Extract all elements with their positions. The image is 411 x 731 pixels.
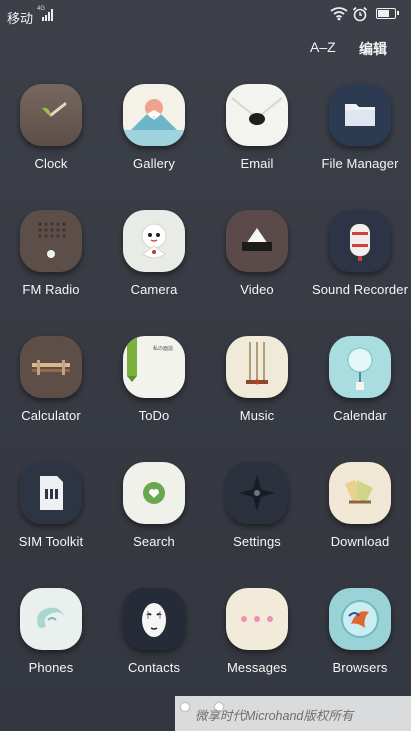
calendar-icon xyxy=(329,336,391,398)
app-label: Clock xyxy=(34,156,68,171)
calculator-icon xyxy=(20,336,82,398)
app-label: Sound Recorder xyxy=(311,282,409,297)
alarm-icon xyxy=(352,6,368,22)
app-label: FM Radio xyxy=(22,282,80,297)
signal-icon: 4G xyxy=(37,6,53,21)
recorder-icon xyxy=(329,210,391,272)
phone-icon xyxy=(20,588,82,650)
app-label: Video xyxy=(240,282,274,297)
watermark: 微享时代Microhand版权所有 xyxy=(175,696,411,731)
app-todo[interactable]: 私の面談 ToDo xyxy=(103,336,205,446)
app-search[interactable]: Search xyxy=(103,462,205,572)
app-label: Camera xyxy=(130,282,178,297)
edit-button[interactable]: 编辑 xyxy=(359,39,387,59)
app-email[interactable]: Email xyxy=(206,84,308,194)
app-browsers[interactable]: Browsers xyxy=(309,588,411,698)
browser-icon xyxy=(329,588,391,650)
app-fm-radio[interactable]: FM Radio xyxy=(0,210,102,320)
app-file-manager[interactable]: File Manager xyxy=(309,84,411,194)
sort-az-button[interactable]: A–Z xyxy=(310,39,336,55)
app-label: Search xyxy=(133,534,175,549)
download-icon xyxy=(329,462,391,524)
page-indicator-dot xyxy=(181,703,189,711)
todo-icon-text: 私の面談 xyxy=(153,345,173,352)
status-bar: 移动 4G xyxy=(0,0,411,32)
clock-icon xyxy=(20,84,82,146)
app-clock[interactable]: Clock xyxy=(0,84,102,194)
todo-icon: 私の面談 xyxy=(123,336,185,398)
app-label: SIM Toolkit xyxy=(18,534,84,549)
app-label: Browsers xyxy=(332,660,388,675)
app-label: Phones xyxy=(28,660,74,675)
app-label: Music xyxy=(239,408,275,423)
app-calendar[interactable]: Calendar xyxy=(309,336,411,446)
messages-icon xyxy=(226,588,288,650)
folder-icon xyxy=(329,84,391,146)
app-label: Settings xyxy=(233,534,281,549)
app-label: Gallery xyxy=(133,156,175,171)
app-sound-recorder[interactable]: Sound Recorder xyxy=(309,210,411,320)
app-sim-toolkit[interactable]: SIM Toolkit xyxy=(0,462,102,572)
music-icon xyxy=(226,336,288,398)
search-icon xyxy=(123,462,185,524)
app-music[interactable]: Music xyxy=(206,336,308,446)
network-type-label: 4G xyxy=(37,6,46,12)
app-camera[interactable]: Camera xyxy=(103,210,205,320)
app-label: Calculator xyxy=(21,408,81,423)
email-icon xyxy=(226,84,288,146)
battery-icon xyxy=(376,8,399,19)
app-label: Download xyxy=(330,534,390,549)
app-settings[interactable]: Settings xyxy=(206,462,308,572)
app-download[interactable]: Download xyxy=(309,462,411,572)
app-calculator[interactable]: Calculator xyxy=(0,336,102,446)
app-video[interactable]: Video xyxy=(206,210,308,320)
gallery-icon xyxy=(123,84,185,146)
app-contacts[interactable]: Contacts xyxy=(103,588,205,698)
watermark-text: 微享时代Microhand版权所有 xyxy=(195,709,354,723)
sim-icon xyxy=(20,462,82,524)
carrier-name: 移动 xyxy=(7,11,34,26)
app-label: Contacts xyxy=(127,660,181,675)
app-label: Email xyxy=(240,156,274,171)
app-phones[interactable]: Phones xyxy=(0,588,102,698)
contacts-icon xyxy=(123,588,185,650)
app-messages[interactable]: Messages xyxy=(206,588,308,698)
video-icon xyxy=(226,210,288,272)
app-label: ToDo xyxy=(138,408,170,423)
app-gallery[interactable]: Gallery xyxy=(103,84,205,194)
app-label: File Manager xyxy=(321,156,399,171)
wifi-icon xyxy=(330,7,348,21)
camera-icon xyxy=(123,210,185,272)
settings-icon xyxy=(226,462,288,524)
radio-icon xyxy=(20,210,82,272)
app-label: Calendar xyxy=(333,408,387,423)
app-label: Messages xyxy=(226,660,288,675)
